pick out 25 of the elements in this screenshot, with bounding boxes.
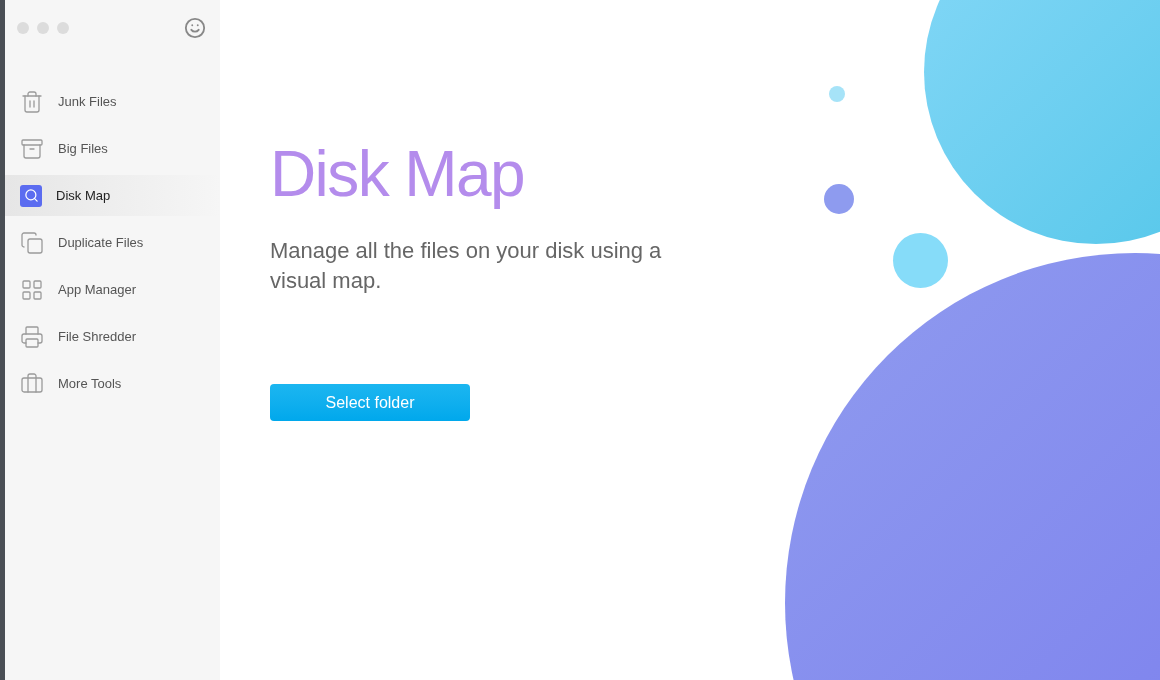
briefcase-icon bbox=[20, 371, 44, 396]
sidebar-item[interactable]: Duplicate Files bbox=[5, 222, 220, 263]
printer-icon bbox=[20, 324, 44, 349]
sidebar-label: Disk Map bbox=[56, 186, 111, 205]
trash-can-icon bbox=[20, 89, 44, 114]
sidebar-item[interactable]: Big Files bbox=[5, 128, 220, 169]
sidebar-label: File Shredder bbox=[58, 327, 137, 346]
box-icon bbox=[20, 136, 44, 161]
small-circle-decoration bbox=[829, 86, 845, 102]
description-text: Manage all the files on your disk using a visual map. bbox=[270, 237, 663, 295]
sidebar-item[interactable]: Junk Files bbox=[5, 81, 220, 122]
magnifier-icon bbox=[20, 184, 42, 207]
sidebar-label: Duplicate Files bbox=[58, 233, 144, 252]
sidebar-item[interactable]: App Manager bbox=[5, 269, 220, 310]
copy-icon bbox=[20, 230, 44, 255]
sidebar-label: Junk Files bbox=[58, 92, 117, 111]
sidebar-item[interactable]: More Tools bbox=[5, 363, 220, 404]
sidebar-label: Big Files bbox=[58, 139, 108, 158]
small-circle-decoration bbox=[824, 184, 854, 214]
sidebar-label: More Tools bbox=[58, 374, 122, 393]
sidebar-label: App Manager bbox=[58, 280, 137, 299]
smiley-support-icon[interactable] bbox=[184, 17, 206, 39]
small-circle-decoration bbox=[893, 233, 948, 288]
sidebar-item[interactable]: File Shredder bbox=[5, 316, 220, 357]
grid-icon bbox=[20, 277, 44, 302]
